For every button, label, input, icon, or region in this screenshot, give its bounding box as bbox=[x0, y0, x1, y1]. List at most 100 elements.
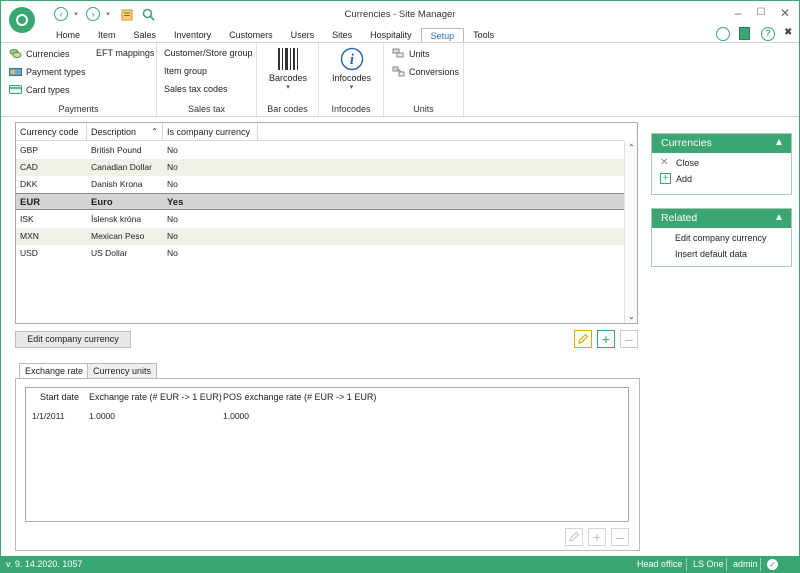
chevron-down-icon: ▾ bbox=[349, 84, 354, 91]
units-icon bbox=[392, 48, 405, 59]
pencil-icon bbox=[569, 531, 580, 542]
grid-scrollbar[interactable]: ⌃ ⌄ bbox=[624, 141, 637, 323]
edit-company-currency-button[interactable]: Edit company currency bbox=[15, 331, 131, 348]
window-title: Currencies - Site Manager bbox=[344, 9, 456, 20]
tab-inventory[interactable]: Inventory bbox=[165, 28, 220, 43]
plus-icon: + bbox=[601, 331, 611, 347]
tab-home[interactable]: Home bbox=[43, 28, 89, 43]
table-row[interactable]: USD US Dollar No bbox=[16, 245, 624, 262]
cell-pos-exchange-rate: 1.0000 bbox=[223, 411, 249, 421]
tab-sites[interactable]: Sites bbox=[323, 28, 361, 43]
tab-currency-units[interactable]: Currency units bbox=[87, 363, 158, 379]
title-bar: ‹ ▾ › ▾ Currencies - Site Manager – ☐ ✕ bbox=[1, 1, 799, 33]
tab-customers[interactable]: Customers bbox=[220, 28, 282, 43]
maximize-button[interactable]: ☐ bbox=[751, 5, 771, 21]
ribbon-item-group[interactable]: Item group bbox=[164, 66, 207, 76]
table-row[interactable]: ISK Íslensk króna No bbox=[16, 211, 624, 228]
card-icon bbox=[9, 84, 22, 95]
cell-company: No bbox=[167, 248, 178, 258]
chevron-up-icon[interactable]: ▲ bbox=[771, 135, 787, 151]
ribbon-card-types[interactable]: Card types bbox=[9, 84, 70, 95]
pencil-icon bbox=[578, 333, 589, 344]
edit-company-currency-link[interactable]: Edit company currency bbox=[675, 233, 767, 243]
tab-tools[interactable]: Tools bbox=[464, 28, 503, 43]
related-panel-header: Related ▲ bbox=[652, 209, 791, 228]
table-row[interactable]: DKK Danish Krona No bbox=[16, 176, 624, 193]
group-label-units: Units bbox=[413, 104, 434, 114]
connected-check-icon: ✓ bbox=[767, 559, 778, 570]
exchange-edit-button[interactable] bbox=[565, 528, 583, 546]
column-start-date[interactable]: Start date bbox=[40, 392, 79, 402]
table-row[interactable]: GBP British Pound No bbox=[16, 142, 624, 159]
version-label: v. 9. 14.2020. 1057 bbox=[6, 559, 83, 569]
column-pos-exchange-rate[interactable]: POS exchange rate (# EUR -> 1 EUR) bbox=[223, 392, 376, 402]
table-row[interactable]: MXN Mexican Peso No bbox=[16, 228, 624, 245]
cell-code: ISK bbox=[20, 214, 34, 224]
product-label: LS One bbox=[693, 559, 724, 569]
exchange-remove-button[interactable]: – bbox=[611, 528, 629, 546]
user-label: admin bbox=[733, 559, 758, 569]
currency-grid: Currency code Description ⌃ Is company c… bbox=[15, 122, 638, 324]
column-currency-code[interactable]: Currency code bbox=[16, 123, 87, 141]
minus-icon: – bbox=[616, 529, 624, 545]
group-label-sales-tax: Sales tax bbox=[187, 104, 226, 114]
column-exchange-rate[interactable]: Exchange rate (# EUR -> 1 EUR) bbox=[89, 392, 222, 402]
ribbon-payment-types[interactable]: Payment types bbox=[9, 66, 86, 77]
cell-code: CAD bbox=[20, 162, 38, 172]
cell-description: Íslensk króna bbox=[91, 214, 142, 224]
group-label-bar-codes: Bar codes bbox=[267, 104, 308, 114]
chevron-up-icon[interactable]: ▲ bbox=[771, 210, 787, 226]
add-circle-icon[interactable] bbox=[716, 27, 730, 41]
cell-code: MXN bbox=[20, 231, 39, 241]
add-action[interactable]: + Add bbox=[660, 173, 692, 184]
ribbon-eft-mappings[interactable]: EFT mappings bbox=[96, 48, 154, 58]
column-is-company-currency[interactable]: Is company currency bbox=[163, 123, 258, 141]
cell-description: Mexican Peso bbox=[91, 231, 145, 241]
close-button[interactable]: ✕ bbox=[775, 5, 795, 21]
minus-icon: – bbox=[625, 331, 633, 347]
remove-button[interactable]: – bbox=[620, 330, 638, 348]
close-action[interactable]: ✕ Close bbox=[660, 157, 699, 168]
plus-icon: + bbox=[660, 173, 671, 184]
ribbon-units[interactable]: Units bbox=[392, 48, 430, 59]
add-button[interactable]: + bbox=[597, 330, 615, 348]
ribbon-group-units: Units Conversions Units bbox=[384, 43, 464, 117]
ribbon-barcodes-button[interactable]: Barcodes ▾ bbox=[257, 47, 319, 91]
tab-hospitality[interactable]: Hospitality bbox=[361, 28, 421, 43]
table-row[interactable]: CAD Canadian Dollar No bbox=[16, 159, 624, 176]
barcodes-label: Barcodes bbox=[268, 73, 308, 83]
ribbon-infocodes-button[interactable]: i Infocodes ▾ bbox=[319, 47, 384, 91]
payment-types-icon bbox=[9, 66, 22, 77]
cell-code: EUR bbox=[20, 197, 41, 208]
cell-company: Yes bbox=[167, 197, 184, 208]
archive-icon[interactable] bbox=[739, 27, 750, 40]
site-label: Head office bbox=[637, 559, 683, 569]
scroll-down-icon[interactable]: ⌄ bbox=[628, 312, 635, 321]
cell-description: Danish Krona bbox=[91, 179, 143, 189]
tab-users[interactable]: Users bbox=[282, 28, 324, 43]
app-window: ‹ ▾ › ▾ Currencies - Site Manager – ☐ ✕ … bbox=[0, 0, 800, 573]
column-description[interactable]: Description ⌃ bbox=[87, 123, 163, 141]
tab-item[interactable]: Item bbox=[89, 28, 125, 43]
tab-sales[interactable]: Sales bbox=[125, 28, 166, 43]
currencies-panel-title: Currencies bbox=[661, 137, 712, 149]
cell-start-date: 1/1/2011 bbox=[32, 411, 65, 421]
minimize-button[interactable]: – bbox=[728, 5, 748, 21]
table-row-selected[interactable]: EUR Euro Yes bbox=[16, 193, 624, 210]
exchange-add-button[interactable]: + bbox=[588, 528, 606, 546]
ribbon-currencies[interactable]: Currencies bbox=[9, 48, 70, 59]
tab-exchange-rate[interactable]: Exchange rate bbox=[19, 363, 90, 379]
ribbon-conversions[interactable]: Conversions bbox=[392, 66, 459, 77]
pin-icon[interactable]: ✖ bbox=[784, 27, 794, 39]
cell-company: No bbox=[167, 179, 178, 189]
exchange-rate-panel: Start date Exchange rate (# EUR -> 1 EUR… bbox=[15, 378, 640, 551]
ribbon-sales-tax-codes[interactable]: Sales tax codes bbox=[164, 84, 228, 94]
scroll-up-icon[interactable]: ⌃ bbox=[628, 143, 635, 152]
status-divider bbox=[726, 558, 727, 571]
insert-default-data-link[interactable]: Insert default data bbox=[675, 249, 747, 259]
ribbon-customer-store-group[interactable]: Customer/Store group bbox=[164, 48, 253, 58]
cell-company: No bbox=[167, 231, 178, 241]
edit-button[interactable] bbox=[574, 330, 592, 348]
tab-setup[interactable]: Setup bbox=[420, 28, 465, 43]
help-icon[interactable]: ? bbox=[761, 27, 775, 41]
